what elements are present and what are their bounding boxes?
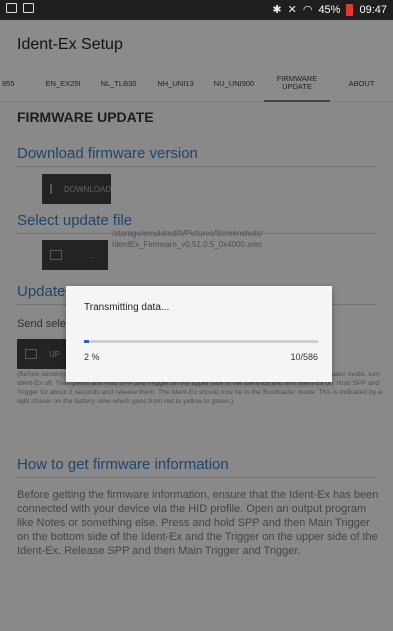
image-icon xyxy=(23,3,34,13)
progress-count: 10/586 xyxy=(290,352,318,362)
clock: 09:47 xyxy=(359,4,387,16)
progress-bar-fill xyxy=(84,340,89,343)
status-bar: ✱ ✕ ◠ 45% 09:47 xyxy=(0,0,393,20)
transmit-progress-dialog: Transmitting data... 2 % 10/586 xyxy=(66,286,332,382)
progress-percent: 2 % xyxy=(84,352,100,362)
mute-icon: ✕ xyxy=(287,4,297,16)
dialog-message: Transmitting data... xyxy=(84,302,170,313)
bluetooth-icon: ✱ xyxy=(272,4,282,16)
battery-icon xyxy=(346,4,354,16)
battery-percent: 45% xyxy=(318,4,341,16)
wifi-icon: ◠ xyxy=(302,4,313,16)
screenshot-icon xyxy=(6,3,17,13)
progress-bar xyxy=(84,340,318,343)
